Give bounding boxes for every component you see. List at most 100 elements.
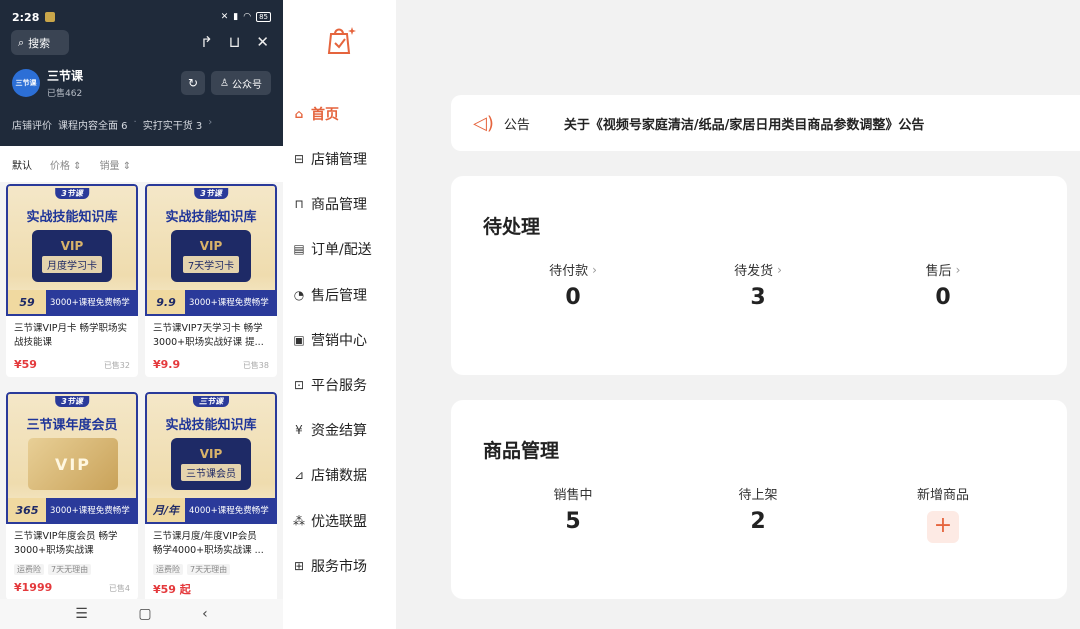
stat-pending-shipment[interactable]: 待发货 › 3 xyxy=(698,260,818,311)
grid-icon: ⊞ xyxy=(293,559,305,573)
menu-item-service-market[interactable]: ⊞ 服务市场 xyxy=(292,554,367,578)
signal-icon: ▮ xyxy=(233,12,239,22)
sort-default[interactable]: 默认 xyxy=(12,157,32,172)
mute-icon: ✕ xyxy=(220,12,229,22)
chevron-right-icon: › xyxy=(592,262,597,277)
refresh-button[interactable]: ↻ xyxy=(181,71,205,95)
goods-title: 商品管理 xyxy=(483,440,560,462)
shop-name[interactable]: 三节课 xyxy=(47,67,83,84)
official-account-button[interactable]: ♙ 公众号 xyxy=(211,71,271,95)
person-icon: ♙ xyxy=(220,77,229,89)
status-time: 2:28 xyxy=(12,10,40,24)
image-promo: 3000+课程免费畅学 xyxy=(50,298,130,308)
product-image: 3节课 实战技能知识库 VIP 7天学习卡 9.9 3000+课程免费畅学 xyxy=(145,184,277,316)
home-icon: ⌂ xyxy=(294,107,304,121)
chevron-right-icon: › xyxy=(955,262,961,277)
product-image: 3节课 实战技能知识库 VIP 月度学习卡 59 3000+课程免费畅学 xyxy=(6,184,138,316)
menu-item-store-data[interactable]: ⊿ 店铺数据 xyxy=(292,463,367,487)
coin-icon: ¥ xyxy=(295,423,303,437)
shop-info-row: 三节课 三节课 已售462 ↻ ♙ 公众号 xyxy=(12,67,271,99)
brand-logo: 3节课 xyxy=(55,188,89,199)
share-icon[interactable]: ↱ xyxy=(200,33,213,51)
close-icon[interactable]: ✕ xyxy=(256,33,269,51)
image-price-tag: 9.9 xyxy=(147,290,185,314)
rating-item: 课程内容全面 6 xyxy=(58,121,128,132)
menu-item-settlement[interactable]: ¥ 资金结算 xyxy=(292,418,367,442)
stat-after-sales[interactable]: 售后 › 0 xyxy=(883,260,1003,311)
cart-icon[interactable]: ⊔ xyxy=(229,33,241,51)
image-title: 实战技能知识库 xyxy=(165,210,257,225)
notification-icon xyxy=(45,12,56,22)
box-label: 月度学习卡 xyxy=(42,256,102,273)
image-title: 实战技能知识库 xyxy=(26,210,118,225)
menu-item-platform-services[interactable]: ⊡ 平台服务 xyxy=(292,373,367,397)
add-product-button[interactable]: + xyxy=(927,511,959,543)
announcement-bar[interactable]: ◁) 公告 关于《视频号家庭清洁/纸品/家居日用类目商品参数调整》公告 xyxy=(451,95,1080,151)
vip-label: VIP xyxy=(199,239,223,253)
store-icon: ⊟ xyxy=(293,152,305,166)
menu-item-store-management[interactable]: ⊟ 店铺管理 xyxy=(292,147,367,171)
product-card[interactable]: 3节课 实战技能知识库 VIP 7天学习卡 9.9 3000+课程免费畅学 三节… xyxy=(145,184,277,377)
menu-item-marketing[interactable]: ▣ 营销中心 xyxy=(292,328,367,352)
briefcase-icon: ⊡ xyxy=(293,378,305,392)
announcement-label: 公告 xyxy=(503,117,530,133)
menu-item-after-sales[interactable]: ◔ 售后管理 xyxy=(292,283,367,307)
vip-box: VIP 三节课会员 xyxy=(171,438,251,490)
brand-logo: 3节课 xyxy=(55,396,89,407)
product-name: 三节课VIP年度会员 畅学3000+职场实战课 xyxy=(14,531,118,556)
stat-value: 2 xyxy=(750,509,766,534)
brand-logo: 三节课 xyxy=(193,396,229,407)
menu-nav-icon[interactable]: ☰ xyxy=(75,606,88,622)
network-icon: ⁂ xyxy=(293,514,305,528)
order-icon: ▤ xyxy=(293,242,305,256)
back-nav-icon[interactable]: ‹ xyxy=(202,606,208,622)
chevron-right-icon: › xyxy=(777,262,782,277)
product-price: ¥59 xyxy=(14,358,37,371)
vip-card-image: VIP xyxy=(28,438,118,490)
product-card[interactable]: 三节课 实战技能知识库 VIP 三节课会员 月/年 4000+课程免费畅学 三节… xyxy=(145,392,277,603)
side-menu: ⌂ 首页 ⊟ 店铺管理 ⊓ 商品管理 ▤ 订单/配送 ◔ 售后管理 ▣ 营销中心… xyxy=(283,0,396,629)
announcement-text[interactable]: 关于《视频号家庭清洁/纸品/家居日用类目商品参数调整》公告 xyxy=(564,114,925,133)
chart-icon: ⊿ xyxy=(293,468,305,482)
stat-pending-listing[interactable]: 待上架 2 xyxy=(698,484,818,534)
product-card[interactable]: 3节课 三节课年度会员 VIP 365 3000+课程免费畅学 三节课VIP年度… xyxy=(6,392,138,600)
sort-price[interactable]: 价格 ⇕ xyxy=(50,157,82,172)
official-account-label: 公众号 xyxy=(231,79,262,91)
menu-item-orders[interactable]: ▤ 订单/配送 xyxy=(292,237,371,261)
phone-shop-preview: 2:28 ✕ ▮ ◠ 85 ⌕ 搜索 ↱ ⊔ ✕ 三节课 三节课 已售462 ↻… xyxy=(0,0,283,629)
menu-item-alliance[interactable]: ⁂ 优选联盟 xyxy=(292,509,367,533)
vip-label: VIP xyxy=(60,239,84,253)
main-content: ◁) 公告 关于《视频号家庭清洁/纸品/家居日用类目商品参数调整》公告 待处理 … xyxy=(396,0,1080,629)
product-name: 三节课VIP月卡 畅学职场实战技能课 xyxy=(14,323,128,348)
product-list: 默认 价格 ⇕ 销量 ⇕ 3节课 实战技能知识库 VIP 月度学习卡 59 30… xyxy=(0,146,283,629)
image-title: 实战技能知识库 xyxy=(165,418,257,433)
product-sold: 已售32 xyxy=(103,361,130,370)
stat-pending-payment[interactable]: 待付款 › 0 xyxy=(513,260,633,311)
box-label: 三节课会员 xyxy=(181,464,241,481)
search-icon: ⌕ xyxy=(18,35,25,49)
wifi-icon: ◠ xyxy=(243,12,252,22)
menu-item-home[interactable]: ⌂ 首页 xyxy=(292,102,339,126)
shop-sold-count: 已售462 xyxy=(47,89,83,99)
rating-label: 店铺评价 xyxy=(12,121,52,132)
shop-rating-row[interactable]: 店铺评价 课程内容全面 6 · 实打实干货 3 › xyxy=(12,117,212,132)
sort-sales[interactable]: 销量 ⇕ xyxy=(100,157,132,172)
headset-icon: ◔ xyxy=(293,288,305,302)
search-button[interactable]: ⌕ 搜索 xyxy=(11,30,69,55)
menu-item-product-management[interactable]: ⊓ 商品管理 xyxy=(292,192,367,216)
stat-add-product: 新增商品 + xyxy=(883,484,1003,543)
home-nav-icon[interactable]: ▢ xyxy=(138,606,151,622)
product-tag: 运费险 xyxy=(14,564,44,575)
stat-value: 0 xyxy=(565,285,581,310)
product-name: 三节课VIP7天学习卡 畅学3000+职场实战好课 提... xyxy=(153,323,264,348)
stat-on-sale[interactable]: 销售中 5 xyxy=(513,484,633,534)
product-image: 3节课 三节课年度会员 VIP 365 3000+课程免费畅学 xyxy=(6,392,138,524)
image-promo: 3000+课程免费畅学 xyxy=(50,506,130,516)
bag-icon: ⊓ xyxy=(294,197,304,211)
product-tag: 7天无理由 xyxy=(48,564,92,575)
battery-icon: 85 xyxy=(256,12,271,22)
shop-logo[interactable]: 三节课 xyxy=(12,69,40,97)
stat-value: 3 xyxy=(750,285,766,310)
rating-item: 实打实干货 3 xyxy=(142,121,203,132)
product-card[interactable]: 3节课 实战技能知识库 VIP 月度学习卡 59 3000+课程免费畅学 三节课… xyxy=(6,184,138,377)
